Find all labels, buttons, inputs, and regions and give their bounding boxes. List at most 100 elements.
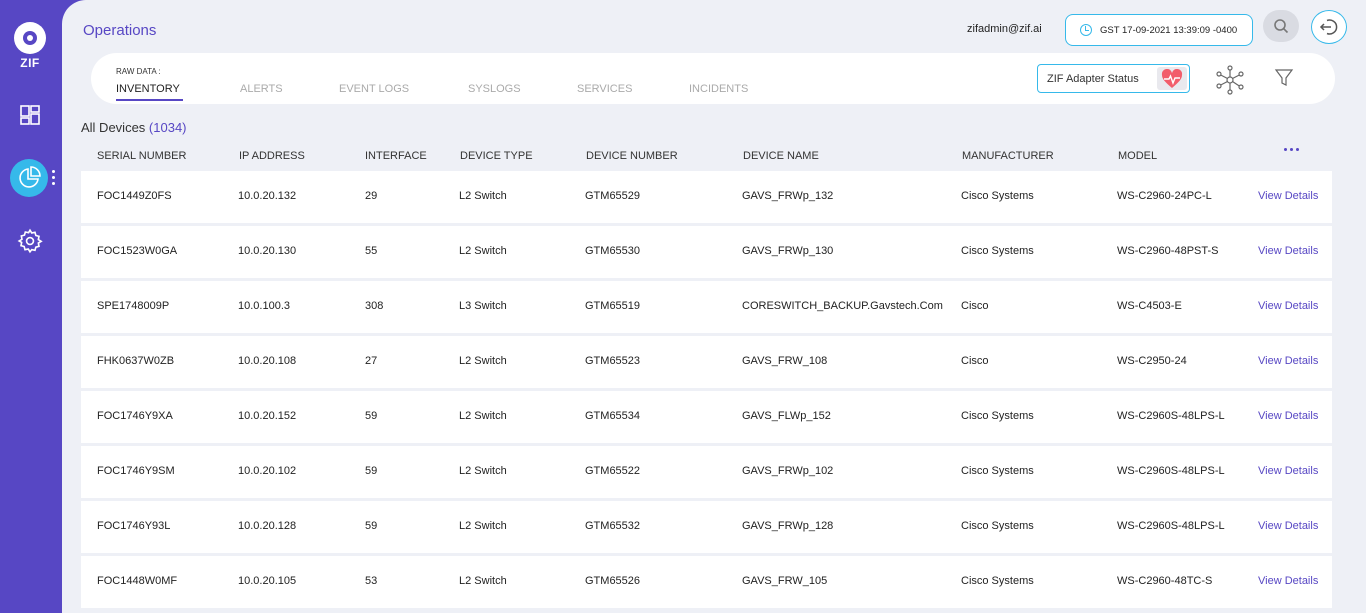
cell-model: WS-C4503-E	[1117, 300, 1182, 312]
tab-incidents[interactable]: INCIDENTS	[689, 83, 748, 95]
column-header-model[interactable]: MODEL	[1118, 150, 1157, 162]
cell-serial-number: FOC1746Y9XA	[97, 410, 173, 422]
cell-device-number: GTM65529	[585, 190, 641, 202]
view-details-link[interactable]: View Details	[1258, 355, 1318, 367]
cell-ip-address: 10.0.20.152	[238, 410, 297, 422]
cell-serial-number: FOC1746Y9SM	[97, 465, 175, 477]
column-header-manufacturer[interactable]: MANUFACTURER	[962, 150, 1054, 162]
cell-interface: 55	[365, 245, 378, 257]
cell-model: WS-C2960-48TC-S	[1117, 575, 1213, 587]
cell-serial-number: FOC1523W0GA	[97, 245, 178, 257]
cell-device-name: GAVS_FRWp_128	[742, 520, 834, 532]
cell-interface: 59	[365, 410, 378, 422]
cell-device-type: L2 Switch	[459, 245, 507, 257]
cell-device-name: GAVS_FRWp_102	[742, 465, 834, 477]
network-topology-icon[interactable]	[1215, 65, 1245, 95]
sidebar: ZIF	[0, 0, 62, 613]
logo-text: ZIF	[20, 56, 40, 70]
tab-syslogs[interactable]: SYSLOGS	[468, 83, 521, 95]
view-details-link[interactable]: View Details	[1258, 190, 1318, 202]
app-logo[interactable]: ZIF	[14, 22, 46, 74]
table-row: FOC1746Y9SM 10.0.20.102 59 L2 Switch GTM…	[81, 446, 1332, 498]
filter-icon[interactable]	[1274, 68, 1294, 88]
heart-pulse-icon	[1157, 67, 1187, 90]
view-details-link[interactable]: View Details	[1258, 465, 1318, 477]
cell-device-name: GAVS_FLWp_152	[742, 410, 831, 422]
more-options-icon[interactable]	[1284, 148, 1306, 156]
table-row: FOC1746Y93L 10.0.20.128 59 L2 Switch GTM…	[81, 501, 1332, 553]
cell-interface: 29	[365, 190, 378, 202]
logout-icon	[1319, 19, 1338, 35]
raw-data-label: RAW DATA :	[116, 67, 161, 76]
adapter-status-label: ZIF Adapter Status	[1047, 72, 1139, 85]
cell-ip-address: 10.0.20.102	[238, 465, 297, 477]
dashboard-icon[interactable]	[15, 100, 45, 130]
cell-interface: 308	[365, 300, 384, 312]
cell-device-type: L2 Switch	[459, 355, 507, 367]
sidebar-more-icon[interactable]	[51, 170, 57, 188]
cell-device-name: CORESWITCH_BACKUP.Gavstech.Com	[742, 300, 943, 312]
tab-event-logs[interactable]: EVENT LOGS	[339, 83, 409, 95]
cell-model: WS-C2960-48PST-S	[1117, 245, 1219, 257]
cell-serial-number: SPE1748009P	[97, 300, 170, 312]
cell-device-number: GTM65523	[585, 355, 641, 367]
column-header-device-number[interactable]: DEVICE NUMBER	[586, 150, 678, 162]
cell-device-number: GTM65530	[585, 245, 641, 257]
datetime-text: GST 17-09-2021 13:39:09 -0400	[1100, 24, 1238, 36]
tab-services[interactable]: SERVICES	[577, 83, 632, 95]
table-row: FHK0637W0ZB 10.0.20.108 27 L2 Switch GTM…	[81, 336, 1332, 388]
cell-manufacturer: Cisco	[961, 300, 989, 312]
tab-bar: RAW DATA : INVENTORY ALERTS EVENT LOGS S…	[91, 53, 1335, 104]
column-header-ip-address[interactable]: IP ADDRESS	[239, 150, 305, 162]
cell-device-type: L2 Switch	[459, 465, 507, 477]
table-row: FOC1746Y9XA 10.0.20.152 59 L2 Switch GTM…	[81, 391, 1332, 443]
page-title: Operations	[83, 22, 157, 39]
view-details-link[interactable]: View Details	[1258, 520, 1318, 532]
cell-interface: 27	[365, 355, 378, 367]
cell-device-name: GAVS_FRWp_132	[742, 190, 834, 202]
adapter-status-button[interactable]: ZIF Adapter Status	[1037, 64, 1190, 93]
view-details-link[interactable]: View Details	[1258, 300, 1318, 312]
cell-model: WS-C2960S-48LPS-L	[1117, 465, 1225, 477]
cell-model: WS-C2960S-48LPS-L	[1117, 520, 1225, 532]
active-tab-indicator	[116, 99, 183, 101]
view-details-link[interactable]: View Details	[1258, 410, 1318, 422]
cell-interface: 53	[365, 575, 378, 587]
cell-ip-address: 10.0.20.108	[238, 355, 297, 367]
cell-device-type: L2 Switch	[459, 575, 507, 587]
cell-manufacturer: Cisco Systems	[961, 465, 1034, 477]
column-header-serial-number[interactable]: SERIAL NUMBER	[97, 150, 186, 162]
cell-interface: 59	[365, 465, 378, 477]
zif-logo-icon	[14, 22, 46, 54]
cell-device-type: L2 Switch	[459, 190, 507, 202]
view-details-link[interactable]: View Details	[1258, 245, 1318, 257]
cell-manufacturer: Cisco Systems	[961, 245, 1034, 257]
table-row: FOC1449Z0FS 10.0.20.132 29 L2 Switch GTM…	[81, 171, 1332, 223]
cell-serial-number: FOC1746Y93L	[97, 520, 171, 532]
settings-gear-icon[interactable]	[15, 226, 45, 256]
cell-device-type: L3 Switch	[459, 300, 507, 312]
cell-device-name: GAVS_FRW_108	[742, 355, 828, 367]
pie-chart-icon[interactable]	[10, 159, 48, 197]
tab-inventory[interactable]: INVENTORY	[116, 83, 180, 95]
column-header-device-name[interactable]: DEVICE NAME	[743, 150, 819, 162]
cell-ip-address: 10.0.20.132	[238, 190, 297, 202]
cell-ip-address: 10.0.100.3	[238, 300, 290, 312]
table-row: FOC1523W0GA 10.0.20.130 55 L2 Switch GTM…	[81, 226, 1332, 278]
cell-device-number: GTM65526	[585, 575, 641, 587]
tab-alerts[interactable]: ALERTS	[240, 83, 283, 95]
cell-device-type: L2 Switch	[459, 410, 507, 422]
cell-manufacturer: Cisco Systems	[961, 410, 1034, 422]
cell-serial-number: FHK0637W0ZB	[97, 355, 175, 367]
search-button[interactable]	[1263, 10, 1299, 42]
logout-button[interactable]	[1311, 10, 1347, 44]
search-icon	[1274, 19, 1289, 34]
view-details-link[interactable]: View Details	[1258, 575, 1318, 587]
table-row: SPE1748009P 10.0.100.3 308 L3 Switch GTM…	[81, 281, 1332, 333]
cell-device-name: GAVS_FRWp_130	[742, 245, 834, 257]
cell-device-type: L2 Switch	[459, 520, 507, 532]
cell-model: WS-C2960S-48LPS-L	[1117, 410, 1225, 422]
cell-device-number: GTM65519	[585, 300, 641, 312]
column-header-interface[interactable]: INTERFACE	[365, 150, 427, 162]
column-header-device-type[interactable]: DEVICE TYPE	[460, 150, 533, 162]
